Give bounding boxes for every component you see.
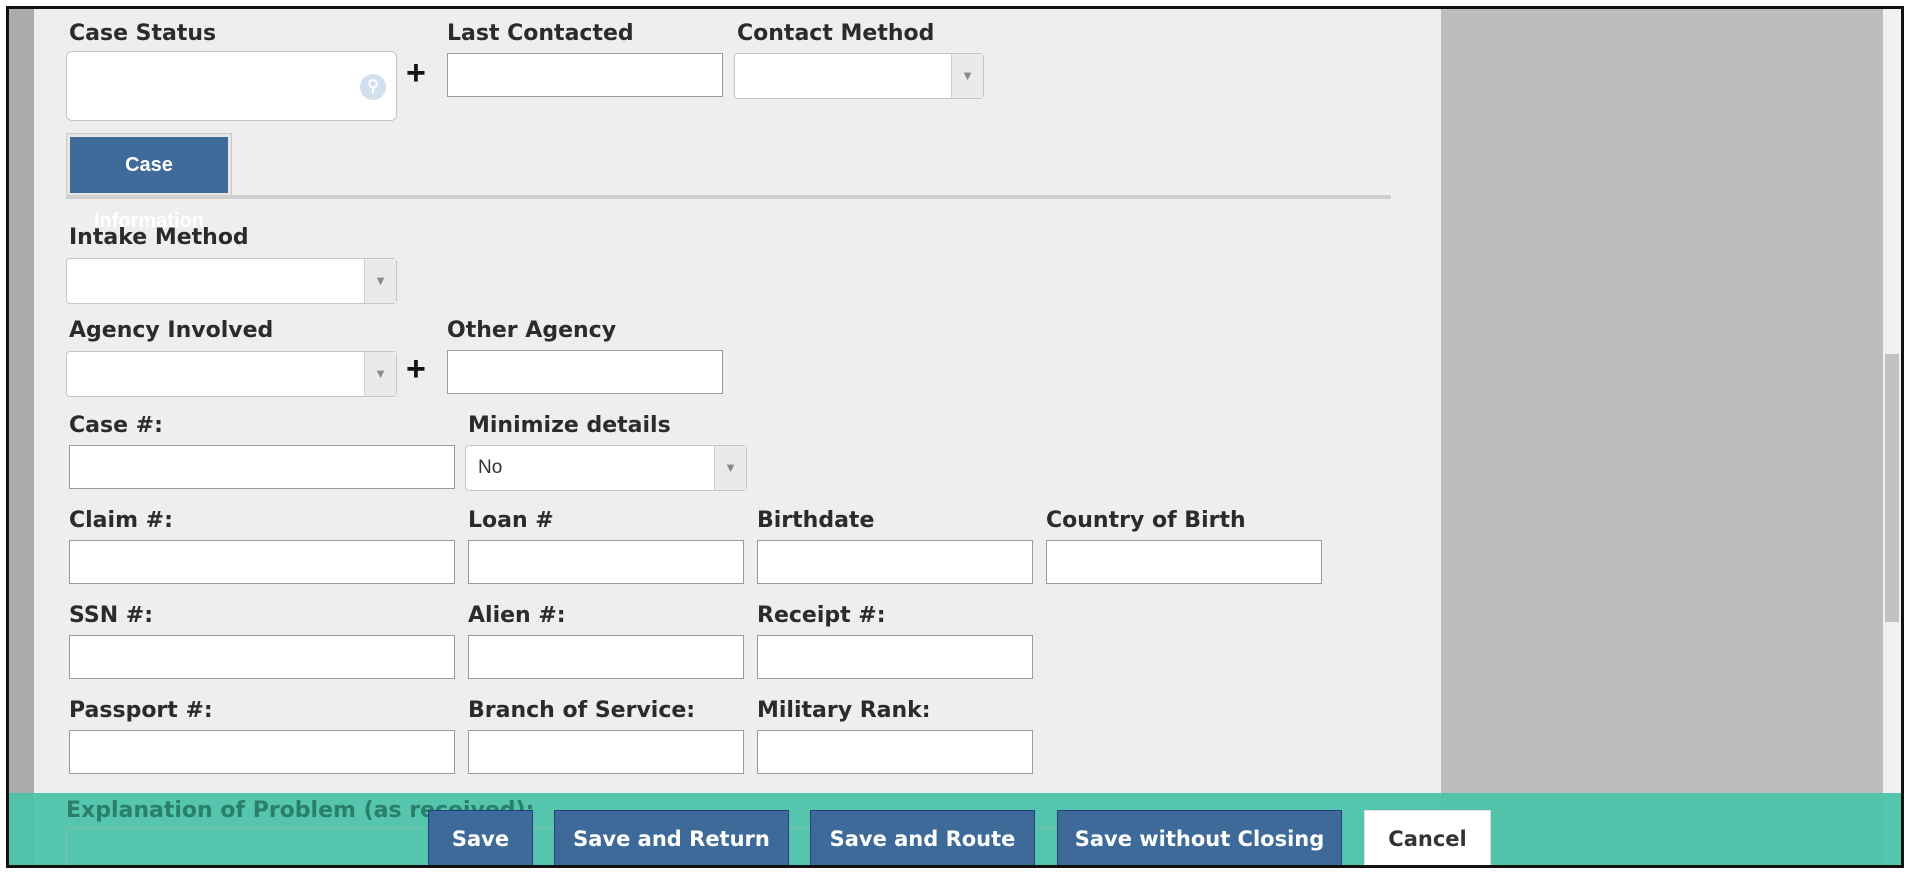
country-of-birth-label: Country of Birth	[1046, 508, 1246, 533]
chevron-down-icon[interactable]: ▼	[714, 446, 746, 490]
other-agency-label: Other Agency	[447, 318, 617, 343]
agency-involved-label: Agency Involved	[69, 318, 274, 343]
birthdate-input[interactable]	[757, 540, 1033, 584]
add-case-status-icon[interactable]: +	[406, 56, 426, 90]
receipt-number-input[interactable]	[757, 635, 1033, 679]
save-button[interactable]: Save	[428, 810, 533, 865]
vertical-scrollbar[interactable]	[1883, 9, 1901, 865]
case-number-label: Case #:	[69, 413, 163, 438]
military-rank-label: Military Rank:	[757, 698, 931, 723]
military-rank-input[interactable]	[757, 730, 1033, 774]
alien-number-label: Alien #:	[468, 603, 566, 628]
branch-of-service-input[interactable]	[468, 730, 744, 774]
contact-method-label: Contact Method	[737, 21, 935, 46]
add-agency-icon[interactable]: +	[406, 352, 426, 386]
loan-number-input[interactable]	[468, 540, 744, 584]
chevron-down-icon[interactable]: ▼	[951, 54, 983, 98]
save-and-route-button[interactable]: Save and Route	[810, 810, 1035, 865]
ssn-number-label: SSN #:	[69, 603, 154, 628]
receipt-number-label: Receipt #:	[757, 603, 886, 628]
passport-number-input[interactable]	[69, 730, 455, 774]
loan-number-label: Loan #	[468, 508, 554, 533]
chevron-down-icon[interactable]: ▼	[364, 259, 396, 303]
search-icon[interactable]: ⚲	[360, 74, 386, 100]
scrollbar-thumb[interactable]	[1885, 354, 1899, 622]
claim-number-label: Claim #:	[69, 508, 173, 533]
agency-involved-select[interactable]: ▼	[66, 351, 397, 397]
intake-method-select[interactable]: ▼	[66, 258, 397, 304]
app-window: Case Status ⚲ + Last Contacted Contact M…	[6, 6, 1904, 868]
ssn-number-input[interactable]	[69, 635, 455, 679]
country-of-birth-input[interactable]	[1046, 540, 1322, 584]
case-status-label: Case Status	[69, 21, 217, 46]
case-information-tab[interactable]: Case Information	[70, 137, 228, 232]
intake-method-label: Intake Method	[69, 225, 249, 250]
cancel-button[interactable]: Cancel	[1364, 810, 1491, 865]
minimize-details-select[interactable]: No ▼	[465, 445, 747, 491]
alien-number-input[interactable]	[468, 635, 744, 679]
section-tab-container: Case Information	[66, 133, 232, 232]
last-contacted-input[interactable]	[447, 53, 723, 97]
left-gutter	[9, 9, 34, 865]
claim-number-input[interactable]	[69, 540, 455, 584]
birthdate-label: Birthdate	[757, 508, 875, 533]
branch-of-service-label: Branch of Service:	[468, 698, 696, 723]
other-agency-input[interactable]	[447, 350, 723, 394]
save-and-return-button[interactable]: Save and Return	[554, 810, 789, 865]
minimize-details-value: No	[478, 457, 503, 478]
save-without-closing-button[interactable]: Save without Closing	[1057, 810, 1342, 865]
case-number-input[interactable]	[69, 445, 455, 489]
case-status-field[interactable]	[66, 51, 397, 121]
chevron-down-icon[interactable]: ▼	[364, 352, 396, 396]
passport-number-label: Passport #:	[69, 698, 213, 723]
minimize-details-label: Minimize details	[468, 413, 671, 438]
right-background	[1441, 9, 1901, 865]
section-divider	[66, 195, 1391, 199]
contact-method-select[interactable]: ▼	[734, 53, 984, 99]
last-contacted-label: Last Contacted	[447, 21, 634, 46]
